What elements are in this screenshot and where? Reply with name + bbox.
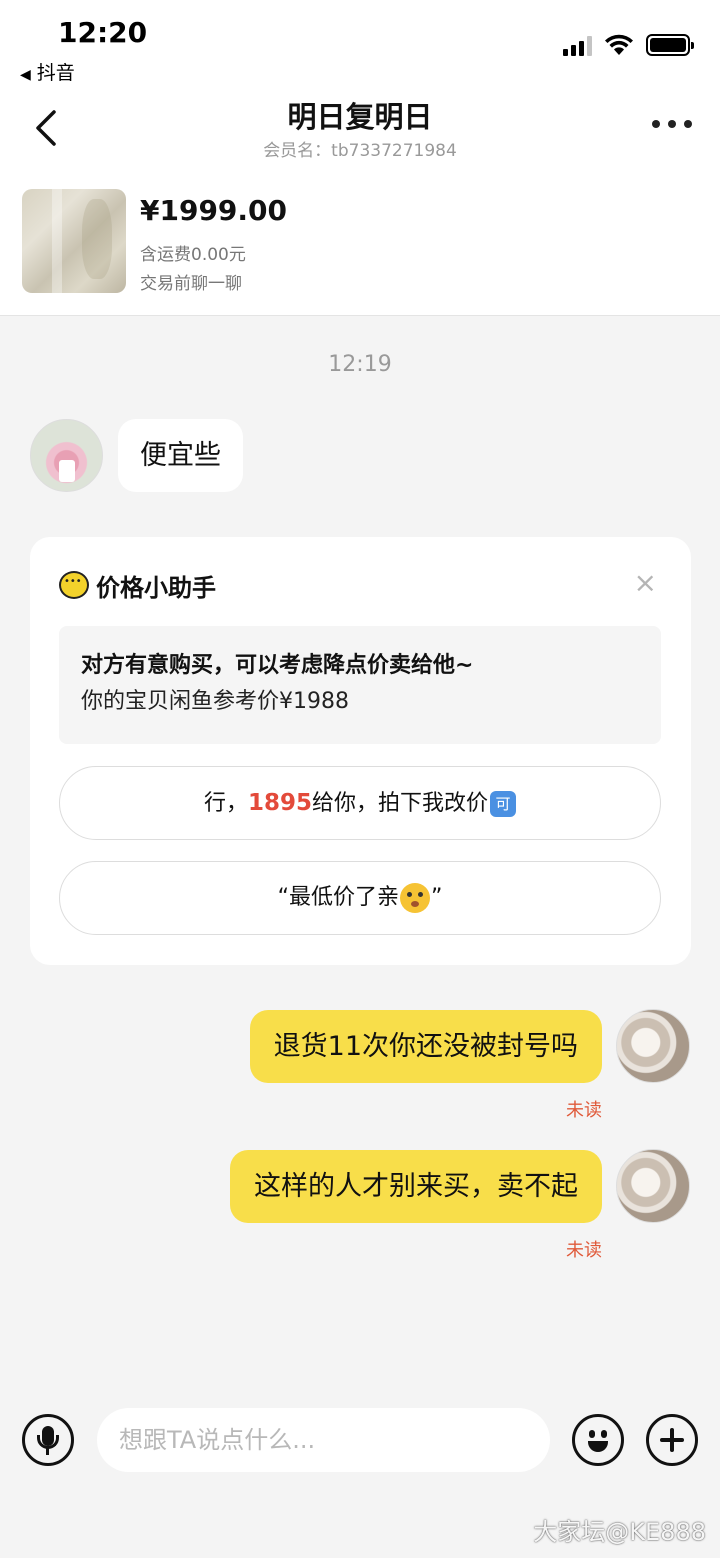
- plus-icon[interactable]: [646, 1414, 698, 1466]
- quick-reply-lowest-prefix: “最低价了亲: [277, 885, 399, 910]
- cellular-signal-icon: [563, 36, 592, 56]
- quick-reply-lowest-price-button[interactable]: “最低价了亲 ”: [59, 861, 661, 935]
- watermark: 大家坛@KE888: [533, 1518, 706, 1546]
- outgoing-message-bubble[interactable]: 这样的人才别来买，卖不起: [230, 1150, 602, 1223]
- chat-bubble-icon: [59, 571, 89, 599]
- product-price: ¥1999.00: [140, 194, 288, 227]
- wifi-icon: [605, 34, 633, 55]
- chat-hint: 交易前聊一聊: [140, 274, 242, 294]
- read-status: 未读: [566, 1100, 602, 1121]
- member-id: 会员名：tb7337271984: [263, 141, 457, 161]
- quick-reply-discount-button[interactable]: 行，1895给你，拍下我改价可: [59, 766, 661, 840]
- quick-reply-prefix: 行，: [203, 791, 248, 816]
- status-bar: 12:20 ◀ 抖音: [0, 0, 720, 90]
- incoming-message-bubble[interactable]: 便宜些: [118, 419, 243, 492]
- quick-reply-price: 1895: [247, 790, 312, 816]
- back-to-app-link[interactable]: ◀ 抖音: [20, 58, 75, 85]
- ke-emoji-icon: 可: [490, 791, 517, 817]
- battery-icon: [646, 34, 694, 56]
- more-options-icon[interactable]: [652, 112, 692, 136]
- product-card[interactable]: ¥1999.00 含运费0.00元 交易前聊一聊: [0, 170, 720, 316]
- price-helper-card: 价格小助手 × 对方有意购买，可以考虑降点价卖给他~ 你的宝贝闲鱼参考价¥198…: [30, 537, 691, 965]
- seller-avatar[interactable]: [616, 1149, 690, 1223]
- microphone-icon[interactable]: [22, 1414, 74, 1466]
- clock: 12:20: [58, 16, 148, 49]
- close-icon[interactable]: ×: [634, 569, 657, 597]
- shipping-fee: 含运费0.00元: [140, 245, 246, 265]
- price-helper-suggestion: 对方有意购买，可以考虑降点价卖给他~: [81, 653, 474, 678]
- status-icons: [563, 34, 694, 56]
- back-app-label: 抖音: [36, 62, 75, 84]
- price-helper-reference: 你的宝贝闲鱼参考价¥1988: [81, 689, 349, 714]
- contact-name: 明日复明日: [287, 100, 433, 134]
- pleading-face-emoji-icon: [400, 883, 430, 913]
- quick-reply-suffix: 给你，拍下我改价: [312, 791, 489, 816]
- emoji-icon[interactable]: [572, 1414, 624, 1466]
- message-input-bar: [0, 1390, 720, 1490]
- message-input[interactable]: [97, 1408, 550, 1472]
- read-status: 未读: [566, 1240, 602, 1261]
- outgoing-message-bubble[interactable]: 退货11次你还没被封号吗: [249, 1010, 602, 1083]
- seller-avatar[interactable]: [616, 1009, 690, 1083]
- price-helper-message: 对方有意购买，可以考虑降点价卖给他~ 你的宝贝闲鱼参考价¥1988: [59, 626, 661, 744]
- message-timestamp: 12:19: [328, 352, 392, 377]
- quick-reply-lowest-suffix: ”: [431, 885, 443, 910]
- buyer-avatar[interactable]: [30, 419, 103, 492]
- price-helper-title: 价格小助手: [96, 574, 216, 602]
- product-thumbnail[interactable]: [22, 189, 126, 293]
- chat-header: 明日复明日 会员名：tb7337271984: [0, 90, 720, 170]
- back-triangle-icon: ◀: [20, 67, 31, 83]
